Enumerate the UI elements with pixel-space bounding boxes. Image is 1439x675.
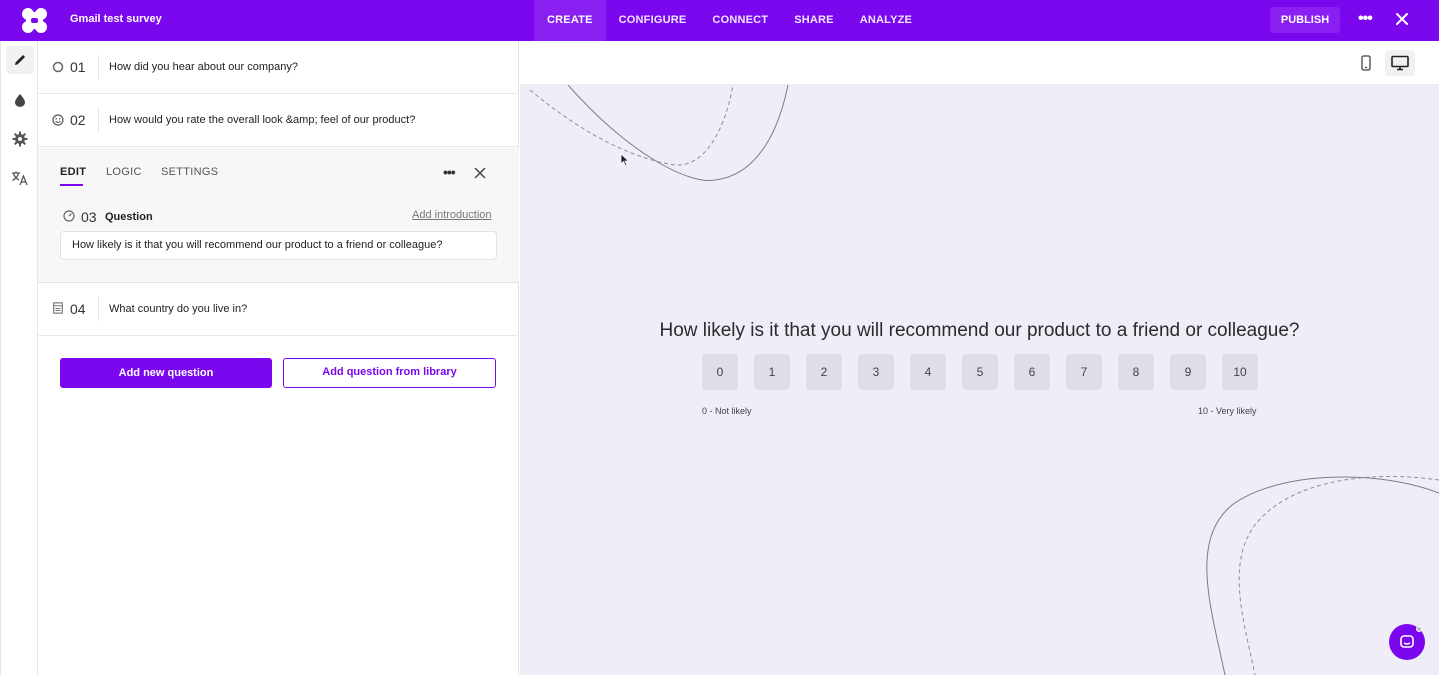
app-logo-icon[interactable] [20,6,49,35]
mobile-icon [1361,55,1371,71]
question-text: How did you hear about our company? [109,61,298,73]
scale-option-3[interactable]: 3 [858,354,894,390]
chat-icon [1400,635,1414,648]
translate-icon [12,171,28,186]
scale-option-5[interactable]: 5 [962,354,998,390]
scale-option-10[interactable]: 10 [1222,354,1258,390]
scale-option-7[interactable]: 7 [1066,354,1102,390]
question-number: 01 [70,59,86,75]
scale-option-1[interactable]: 1 [754,354,790,390]
rail-settings-button[interactable] [6,125,34,153]
nav-connect[interactable]: CONNECT [699,0,781,41]
nav-share[interactable]: SHARE [781,0,847,41]
add-introduction-link[interactable]: Add introduction [412,209,492,221]
add-question-from-library-button[interactable]: Add question from library [283,358,496,388]
close-icon[interactable] [474,167,486,179]
rail-edit-button[interactable] [6,46,34,74]
tab-edit[interactable]: EDIT [60,166,86,178]
drop-icon [15,94,25,107]
scale-max-label: 10 - Very likely [1198,406,1257,416]
desktop-icon [1391,55,1409,71]
question-row-04[interactable]: 04 What country do you live in? [38,283,519,336]
tab-logic[interactable]: LOGIC [106,166,142,178]
rail-design-button[interactable] [6,86,34,114]
question-list-panel: 01 How did you hear about our company? 0… [38,41,519,675]
tool-rail [0,41,38,675]
nav-create[interactable]: CREATE [534,0,606,41]
question-label: Question [105,211,153,223]
main-nav: CREATE CONFIGURE CONNECT SHARE ANALYZE [534,0,925,41]
question-text-input[interactable]: How likely is it that you will recommend… [60,231,497,260]
preview-toolbar [520,41,1439,85]
nps-scale: 0 1 2 3 4 5 6 7 8 9 10 [702,354,1274,390]
question-number: 02 [70,112,86,128]
scale-option-9[interactable]: 9 [1170,354,1206,390]
scale-option-4[interactable]: 4 [910,354,946,390]
close-icon[interactable] [1393,10,1411,28]
preview-question-text: How likely is it that you will recommend… [659,320,1300,341]
nav-analyze[interactable]: ANALYZE [847,0,925,41]
desktop-preview-button[interactable] [1385,50,1415,76]
chat-button[interactable] [1389,624,1425,660]
radio-icon [52,61,64,73]
question-number: 03 [81,209,97,225]
gauge-icon [63,210,75,222]
scale-option-6[interactable]: 6 [1014,354,1050,390]
scale-option-8[interactable]: 8 [1118,354,1154,390]
survey-preview: How likely is it that you will recommend… [520,85,1439,675]
add-new-question-button[interactable]: Add new question [60,358,272,388]
pencil-icon [15,55,25,65]
notification-dot [1416,626,1422,632]
question-text: How would you rate the overall look &amp… [109,114,416,126]
survey-title[interactable]: Gmail test survey [70,13,162,25]
divider [98,55,99,79]
rail-translate-button[interactable] [6,164,34,192]
question-row-01[interactable]: 01 How did you hear about our company? [38,41,519,94]
more-options-icon[interactable]: ••• [1358,10,1373,28]
scale-min-label: 0 - Not likely [702,406,752,416]
divider [98,108,99,132]
question-text: What country do you live in? [109,303,248,315]
mobile-preview-button[interactable] [1351,50,1381,76]
question-number: 04 [70,301,86,317]
scale-option-2[interactable]: 2 [806,354,842,390]
divider [98,297,99,321]
tab-settings[interactable]: SETTINGS [161,166,218,178]
question-row-02[interactable]: 02 How would you rate the overall look &… [38,94,519,147]
dropdown-list-icon [53,302,63,314]
gear-icon [12,131,28,147]
active-tab-indicator [60,184,83,186]
publish-button[interactable]: PUBLISH [1270,7,1340,33]
more-options-icon[interactable]: ••• [443,164,456,180]
mouse-cursor-icon [620,153,630,167]
smiley-icon [52,114,64,126]
scale-option-0[interactable]: 0 [702,354,738,390]
nav-configure[interactable]: CONFIGURE [606,0,700,41]
question-editor: EDIT LOGIC SETTINGS ••• 03 Question Add … [38,148,519,283]
top-bar: Gmail test survey CREATE CONFIGURE CONNE… [0,0,1439,41]
